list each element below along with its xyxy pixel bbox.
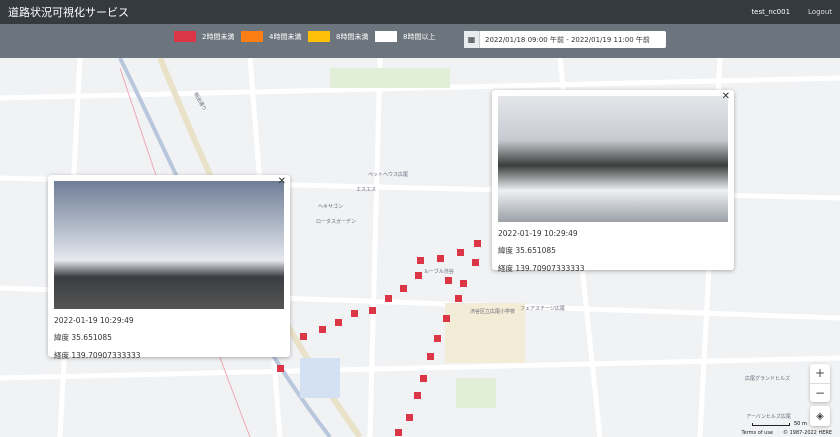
scale-label: 50 m [794, 421, 807, 427]
photo-popup: ✕ 2022-01-19 10:29:49 緯度 35.651085 経度 13… [492, 90, 734, 273]
legend-swatch [174, 31, 196, 42]
popup-latitude: 緯度 35.651085 [54, 333, 112, 342]
scale-bar: 50 m [752, 421, 807, 427]
road-condition-marker[interactable] [395, 429, 402, 436]
road-condition-marker[interactable] [277, 365, 284, 372]
scale-line [752, 422, 790, 426]
road-photo [54, 181, 284, 309]
calendar-icon: ▦ [464, 31, 480, 48]
map-label: ロータスガーデン [316, 219, 357, 225]
popup-latitude: 緯度 35.651085 [498, 246, 556, 255]
legend-item-2h: 2時間未満 [174, 31, 234, 42]
date-range-input[interactable]: ▦ 2022/01/18 09:00 午前 - 2022/01/19 11:00… [464, 31, 666, 48]
top-navbar: 道路状況可視化サービス test_nc001 Logout [0, 0, 840, 24]
road-condition-marker[interactable] [351, 310, 358, 317]
filter-bar: 2時間未満 4時間未満 8時間未満 8時間以上 ▦ 2022/01/18 09:… [0, 24, 840, 58]
road-condition-marker[interactable] [472, 259, 479, 266]
close-icon[interactable]: ✕ [278, 176, 286, 187]
map-attribution: Terms of use © 1987-2022 HERE [741, 430, 832, 436]
map-label: 広尾グランドヒルズ [745, 376, 791, 382]
map-label: アーバンヒルズ広尾 [746, 414, 791, 420]
photo-popup: ✕ 2022-01-19 10:29:49 緯度 35.651085 経度 13… [48, 175, 290, 360]
terms-link[interactable]: Terms of use [741, 430, 773, 436]
road-condition-marker[interactable] [455, 295, 462, 302]
username: test_nc001 [751, 8, 791, 16]
road-condition-marker[interactable] [460, 280, 467, 287]
legend-item-4h: 4時間未満 [241, 31, 301, 42]
legend-item-8h-plus: 8時間以上 [375, 31, 435, 42]
road-condition-marker[interactable] [414, 392, 421, 399]
copyright: © 1987-2022 HERE [783, 430, 832, 436]
legend-swatch [375, 31, 397, 42]
road-condition-marker[interactable] [457, 249, 464, 256]
map-label: ルーブル渋谷 [424, 269, 454, 275]
map-label: 渋谷区立広尾小学校 [470, 309, 516, 315]
legend-swatch [308, 31, 330, 42]
road-condition-marker[interactable] [434, 335, 441, 342]
zoom-control: + − [810, 364, 830, 402]
road-condition-marker[interactable] [420, 375, 427, 382]
map-label: フェアステージ広尾 [520, 306, 565, 312]
popup-timestamp: 2022-01-19 10:29:49 [498, 229, 578, 238]
zoom-in-button[interactable]: + [815, 364, 825, 383]
zoom-out-button[interactable]: − [810, 383, 830, 402]
road-condition-marker[interactable] [335, 319, 342, 326]
map-label: ヘキサゴン [318, 204, 344, 210]
road-condition-marker[interactable] [319, 326, 326, 333]
road-condition-marker[interactable] [385, 295, 392, 302]
road-condition-marker[interactable] [427, 353, 434, 360]
road-condition-marker[interactable] [443, 315, 450, 322]
road-condition-marker[interactable] [300, 333, 307, 340]
map-label: エスエス [356, 187, 377, 193]
logout-link[interactable]: Logout [808, 8, 832, 16]
road-condition-marker[interactable] [437, 255, 444, 262]
road-condition-marker[interactable] [369, 307, 376, 314]
layers-button[interactable]: ◈ [810, 406, 830, 426]
close-icon[interactable]: ✕ [722, 91, 730, 102]
popup-timestamp: 2022-01-19 10:29:49 [54, 316, 134, 325]
app-title: 道路状況可視化サービス [8, 6, 129, 19]
map[interactable]: 明治通り 渋谷区立広尾小学校 広尾グランドヒルズ アーバンヒルズ広尾 ルーブル渋… [0, 58, 840, 437]
map-label: ペットヘウス広尾 [368, 172, 409, 178]
road-photo [498, 96, 728, 222]
road-condition-marker[interactable] [474, 240, 481, 247]
layers-icon: ◈ [816, 410, 824, 422]
popup-longitude: 経度 139.70907333333 [498, 264, 585, 273]
legend-item-8h: 8時間未満 [308, 31, 368, 42]
legend-swatch [241, 31, 263, 42]
road-condition-marker[interactable] [400, 285, 407, 292]
road-condition-marker[interactable] [415, 272, 422, 279]
popup-longitude: 経度 139.70907333333 [54, 351, 141, 360]
road-condition-marker[interactable] [445, 277, 452, 284]
road-condition-marker[interactable] [406, 414, 413, 421]
road-condition-marker[interactable] [417, 257, 424, 264]
